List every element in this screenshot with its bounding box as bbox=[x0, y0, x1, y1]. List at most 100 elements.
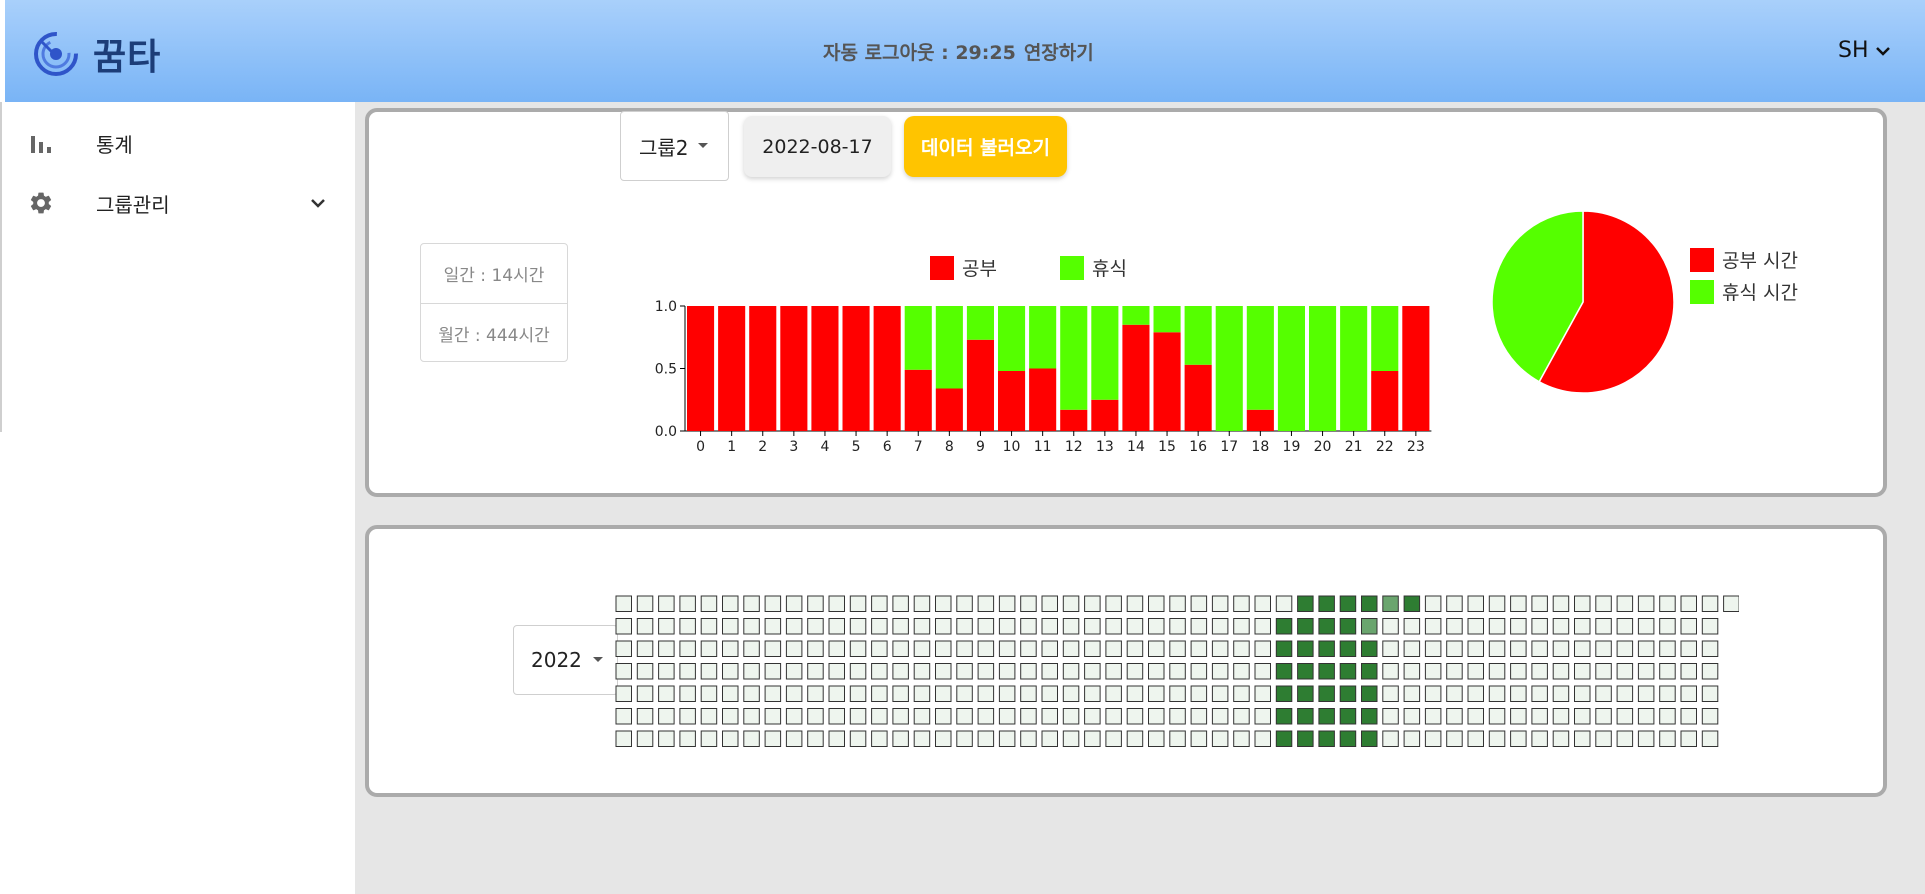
grass-cell bbox=[956, 708, 973, 725]
grass-cell bbox=[1616, 730, 1634, 747]
grass-cell bbox=[956, 685, 973, 702]
grass-cell bbox=[956, 640, 973, 657]
grass-cell bbox=[913, 640, 931, 657]
grass-cell bbox=[743, 618, 760, 635]
grass-cell bbox=[1254, 730, 1271, 747]
grass-cell bbox=[785, 685, 803, 702]
grass-cell bbox=[1339, 618, 1357, 635]
grass-cell bbox=[1680, 640, 1697, 657]
grass-cell bbox=[1190, 663, 1208, 680]
x-tick-label: 5 bbox=[852, 439, 861, 455]
grass-cell bbox=[1659, 595, 1676, 612]
grass-cell bbox=[1339, 640, 1357, 657]
sidebar-item-group-management[interactable]: 그룹관리 bbox=[0, 175, 355, 231]
grass-cell bbox=[956, 663, 973, 680]
bar-rest bbox=[1153, 306, 1181, 333]
x-tick-label: 13 bbox=[1096, 439, 1114, 455]
grass-cell bbox=[1148, 640, 1165, 657]
grass-cell bbox=[764, 730, 782, 747]
bar-study bbox=[873, 306, 901, 431]
bar-study bbox=[811, 306, 839, 431]
grass-cell bbox=[1169, 640, 1186, 657]
extend-session-link[interactable]: 연장하기 bbox=[1024, 42, 1094, 64]
grass-cell bbox=[1254, 595, 1271, 612]
grass-cell bbox=[935, 708, 952, 725]
grass-cell bbox=[658, 618, 675, 635]
grass-cell bbox=[1701, 663, 1719, 680]
grass-cell bbox=[615, 640, 632, 657]
date-value: 2022-08-17 bbox=[762, 135, 873, 158]
grass-cell bbox=[1318, 595, 1335, 612]
bar-rest bbox=[1246, 306, 1274, 410]
grass-cell bbox=[892, 595, 909, 612]
grass-cell bbox=[807, 663, 824, 680]
app-logo[interactable]: 꿈타 bbox=[31, 28, 161, 80]
grass-cell bbox=[1488, 663, 1506, 680]
grass-cell bbox=[1084, 595, 1101, 612]
bar-marks bbox=[687, 306, 1430, 431]
grass-cell bbox=[1318, 663, 1335, 680]
group-select[interactable]: 그룹2 bbox=[620, 111, 729, 181]
legend-label: 휴식 bbox=[1092, 258, 1127, 280]
grass-cell bbox=[892, 618, 909, 635]
bar-study bbox=[687, 306, 715, 431]
grass-cell bbox=[1297, 685, 1314, 702]
grass-cell bbox=[998, 663, 1016, 680]
date-picker[interactable]: 2022-08-17 bbox=[744, 116, 891, 177]
grass-cell bbox=[615, 595, 632, 612]
grass-cell bbox=[785, 663, 803, 680]
grass-cell bbox=[743, 595, 760, 612]
grass-cell bbox=[1190, 730, 1208, 747]
grass-cell bbox=[977, 618, 995, 635]
x-tick-label: 18 bbox=[1251, 439, 1269, 455]
x-tick-label: 21 bbox=[1345, 439, 1363, 455]
grass-cell bbox=[1595, 685, 1612, 702]
grass-cell bbox=[1105, 595, 1122, 612]
grass-cell bbox=[1659, 708, 1676, 725]
bar-study bbox=[1029, 368, 1057, 431]
grass-cell bbox=[1510, 640, 1527, 657]
year-select[interactable]: 2022 bbox=[513, 625, 618, 695]
grass-cell bbox=[1211, 663, 1229, 680]
grass-cell bbox=[1211, 618, 1229, 635]
grass-cell bbox=[807, 595, 824, 612]
sidebar-item-stats[interactable]: 통계 bbox=[0, 115, 355, 171]
grass-cell bbox=[1297, 618, 1314, 635]
grass-cell bbox=[1084, 730, 1101, 747]
grass-cell bbox=[615, 685, 632, 702]
grass-cell bbox=[1211, 685, 1229, 702]
grass-cell bbox=[1637, 663, 1655, 680]
bar-study bbox=[780, 306, 808, 431]
grass-cell bbox=[1275, 708, 1293, 725]
load-data-button[interactable]: 데이터 불러오기 bbox=[904, 116, 1067, 177]
grass-cell bbox=[1148, 663, 1165, 680]
bar-study bbox=[1371, 371, 1399, 431]
grass-cell bbox=[764, 663, 782, 680]
daily-study-time: 일간 : 14시간 bbox=[443, 266, 545, 286]
grass-cell bbox=[1574, 708, 1591, 725]
grass-cell bbox=[1446, 618, 1463, 635]
grass-cell bbox=[743, 640, 760, 657]
grass-cell bbox=[636, 685, 654, 702]
bar-rest bbox=[1309, 306, 1337, 431]
auto-logout-timer: 자동 로그아웃 : 29:25 bbox=[823, 42, 1016, 64]
grass-cell bbox=[1126, 640, 1144, 657]
user-menu[interactable]: SH bbox=[1838, 38, 1891, 63]
grass-cell bbox=[1701, 708, 1719, 725]
legend-swatch bbox=[1690, 248, 1714, 272]
grass-cell bbox=[1020, 685, 1037, 702]
chevron-down-icon bbox=[1875, 46, 1890, 56]
bar-rest bbox=[1060, 306, 1088, 410]
grass-cell bbox=[1062, 640, 1080, 657]
grass-cell bbox=[1254, 708, 1271, 725]
x-tick-label: 17 bbox=[1220, 439, 1238, 455]
grass-cell bbox=[1467, 595, 1484, 612]
bar-rest bbox=[935, 306, 963, 389]
grass-cell bbox=[1126, 708, 1144, 725]
chevron-down-icon[interactable] bbox=[310, 197, 326, 209]
grass-cell bbox=[658, 663, 675, 680]
x-tick-label: 4 bbox=[820, 439, 829, 455]
grass-cell bbox=[1595, 708, 1612, 725]
grass-cell bbox=[722, 663, 739, 680]
grass-cell bbox=[1020, 708, 1037, 725]
